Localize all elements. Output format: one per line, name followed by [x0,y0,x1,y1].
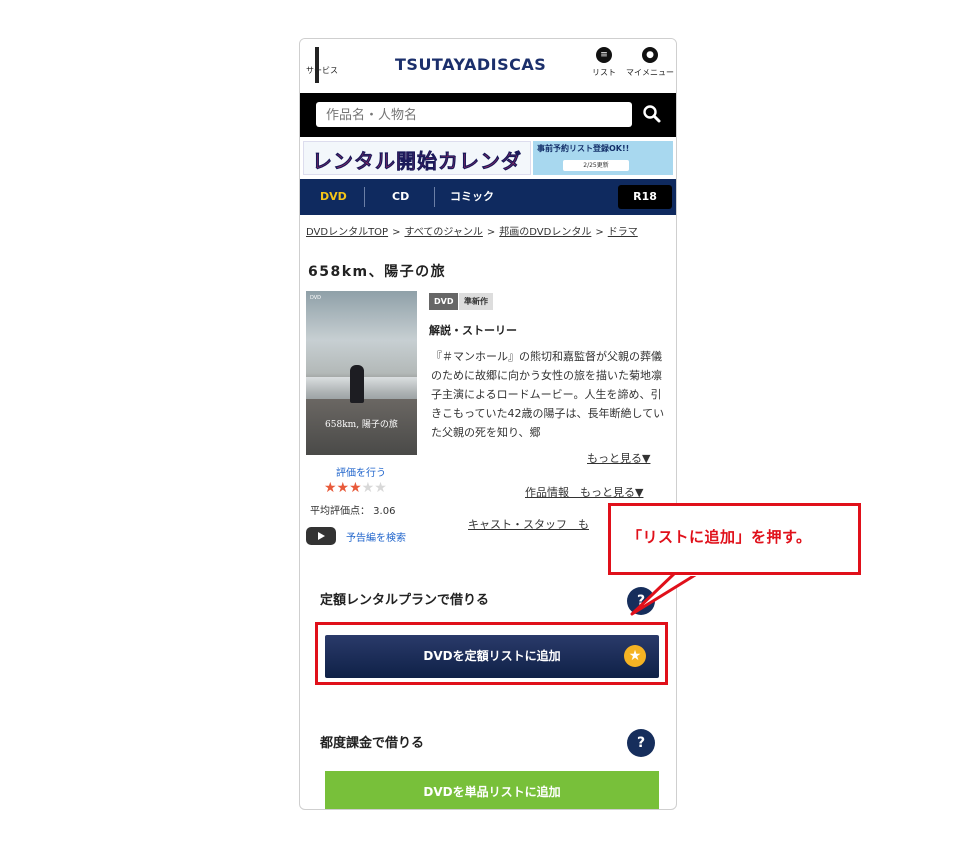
callout-pointer [630,570,702,616]
callout-text: 「リストに追加」を押す。 [627,528,812,546]
